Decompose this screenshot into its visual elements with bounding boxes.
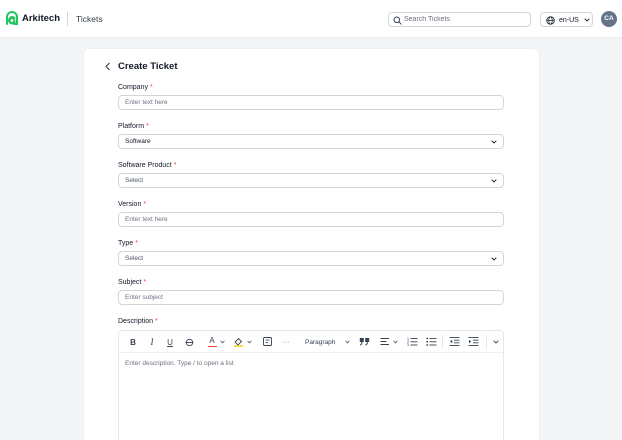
platform-value: Software (125, 138, 151, 145)
align-left-icon[interactable] (380, 337, 390, 346)
bulleted-list-icon[interactable] (426, 336, 437, 347)
editor-toolbar: B I U A ··· Paragraph 1 2 3 (119, 331, 503, 353)
type-value: Select (125, 255, 144, 262)
required-marker: * (155, 318, 158, 325)
description-label: Description * (118, 318, 158, 325)
bold-button[interactable]: B (128, 336, 138, 348)
strikethrough-button[interactable] (183, 336, 195, 348)
required-marker: * (135, 240, 138, 247)
subject-input[interactable] (118, 290, 504, 305)
chevron-down-icon[interactable] (247, 340, 252, 344)
strikethrough-icon (185, 338, 193, 346)
version-label: Version * (118, 201, 147, 208)
toolbar-divider (442, 335, 443, 349)
font-color-swatch (207, 345, 217, 348)
search-box[interactable] (388, 12, 531, 27)
chevron-left-icon[interactable] (104, 62, 112, 71)
svg-text:3: 3 (407, 343, 409, 347)
chevron-down-icon[interactable] (393, 340, 398, 344)
required-marker: * (143, 201, 147, 208)
platform-label: Platform * (118, 123, 149, 130)
language-selector[interactable]: en-US (540, 12, 593, 27)
subject-label: Subject * (118, 279, 147, 286)
quote-icon[interactable] (359, 337, 370, 346)
type-label: Type * (118, 240, 138, 247)
chevron-down-icon (491, 140, 497, 144)
underline-button[interactable]: U (165, 336, 175, 348)
brand-name[interactable]: Arkitech (22, 13, 60, 25)
section-title: Tickets (76, 14, 103, 24)
italic-button[interactable]: I (147, 336, 157, 348)
company-label: Company * (118, 84, 153, 91)
top-header: Arkitech Tickets en-US CA (0, 0, 622, 38)
more-button[interactable]: ··· (281, 336, 291, 348)
toolbar-divider (486, 335, 487, 349)
font-color-button[interactable]: A (207, 336, 217, 348)
globe-icon (546, 15, 555, 25)
chevron-down-icon[interactable] (493, 340, 499, 344)
required-marker: * (143, 279, 147, 286)
page-title: Create Ticket (118, 61, 178, 72)
chevron-down-icon[interactable] (345, 340, 350, 344)
required-marker: * (149, 84, 153, 91)
outdent-icon[interactable] (449, 336, 460, 347)
version-input[interactable] (118, 212, 504, 227)
description-textarea[interactable] (125, 360, 497, 440)
software-product-value: Select (125, 177, 144, 184)
description-editor: B I U A ··· Paragraph 1 2 3 Enter descri… (118, 330, 504, 440)
software-product-select[interactable]: Select (118, 173, 504, 188)
chevron-down-icon[interactable] (220, 340, 225, 344)
numbered-list-icon[interactable]: 1 2 3 (407, 336, 418, 347)
required-marker: * (146, 123, 149, 130)
search-input[interactable] (404, 13, 528, 26)
software-product-label: Software Product * (118, 162, 177, 169)
header-divider (67, 12, 68, 26)
arkitech-logo-icon[interactable] (5, 10, 19, 27)
search-icon (393, 16, 402, 25)
platform-select[interactable]: Software (118, 134, 504, 149)
chevron-down-icon (491, 257, 497, 261)
company-input[interactable] (118, 95, 504, 110)
type-select[interactable]: Select (118, 251, 504, 266)
language-label: en-US (559, 17, 579, 24)
font-color-glyph: A (209, 335, 215, 345)
user-avatar[interactable]: CA (601, 11, 617, 27)
required-marker: * (173, 162, 177, 169)
indent-icon[interactable] (468, 336, 479, 347)
highlight-icon[interactable] (233, 336, 244, 347)
chevron-down-icon (491, 179, 497, 183)
insert-template-icon[interactable] (262, 336, 273, 347)
chevron-down-icon (584, 18, 590, 22)
